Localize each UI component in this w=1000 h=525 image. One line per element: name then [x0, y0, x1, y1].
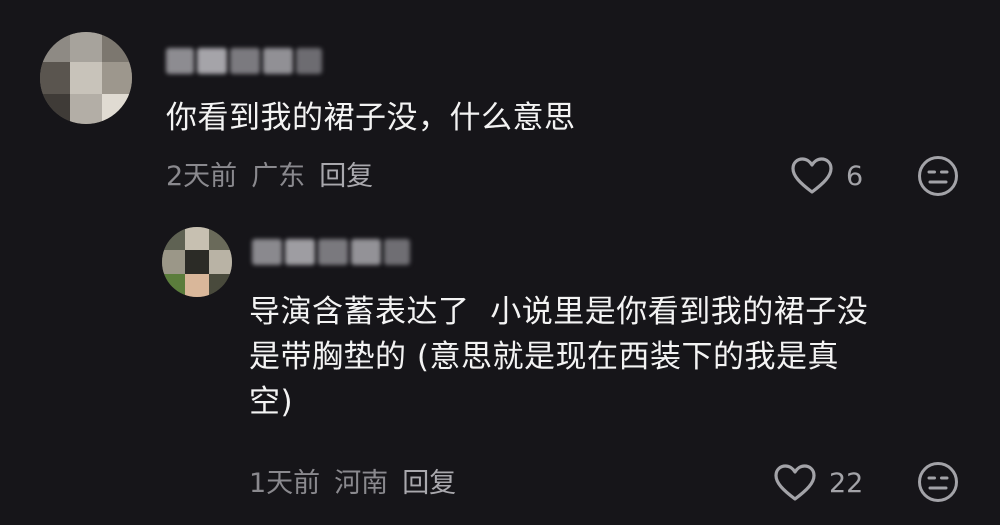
heart-outline-icon	[774, 464, 816, 501]
like-count: 22	[829, 467, 864, 499]
comment-item: 你看到我的裙子没，什么意思 2天前 广东 回复 6	[0, 0, 1000, 215]
comment-time: 2天前	[166, 160, 238, 192]
reply-comment-item: 导演含蓄表达了 小说里是你看到我的裙子没 是带胸垫的 (意思就是现在西装下的我是…	[0, 215, 1000, 525]
comment-location: 河南	[334, 467, 389, 499]
like-button[interactable]: 6	[790, 154, 863, 198]
comment-meta: 1天前 河南 回复	[249, 460, 456, 500]
username-blurred[interactable]	[166, 46, 322, 76]
like-button[interactable]: 22	[773, 461, 863, 505]
comment-meta: 2天前 广东 回复	[166, 153, 373, 193]
avatar[interactable]	[162, 227, 232, 297]
comment-text: 你看到我的裙子没，什么意思	[166, 100, 576, 136]
avatar[interactable]	[40, 32, 132, 124]
heart-outline-icon	[791, 157, 833, 194]
reply-button[interactable]: 回复	[319, 154, 373, 193]
neutral-face-icon[interactable]	[917, 155, 959, 197]
neutral-face-icon[interactable]	[917, 461, 959, 503]
reply-button[interactable]: 回复	[402, 461, 456, 500]
comment-text: 导演含蓄表达了 小说里是你看到我的裙子没 是带胸垫的 (意思就是现在西装下的我是…	[249, 294, 869, 420]
username-blurred[interactable]	[252, 237, 410, 267]
comment-time: 1天前	[249, 467, 321, 499]
like-count: 6	[846, 160, 864, 192]
comment-location: 广东	[251, 160, 306, 192]
